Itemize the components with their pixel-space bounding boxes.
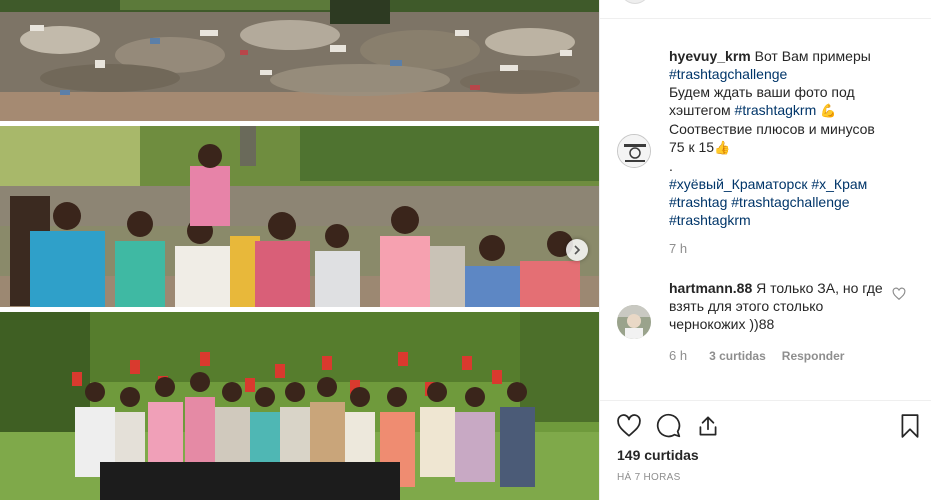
chevron-right-icon [572,242,582,258]
comments-list[interactable]: hyevuy_krm Вот Вам примеры #trashtagchal… [600,19,931,400]
bookmark-icon [897,414,923,442]
save-button[interactable] [897,413,923,439]
caption-timestamp[interactable]: 7 h [669,241,687,256]
caption-text: хэштегом [669,102,731,118]
share-icon [695,416,721,442]
like-button[interactable] [616,413,642,439]
commenter-avatar[interactable] [617,305,651,339]
hashtag-link[interactable]: #хуёвый_Краматорск #х_Крам [669,175,894,193]
comment-likes-link[interactable]: 3 curtidas [709,349,766,363]
caption-text: Будем ждать ваши фото под [669,84,855,100]
caption-text: Соотвествие плюсов и минусов [669,121,875,137]
heart-icon [892,287,906,304]
comment-text: чернокожих ))88 [669,316,775,332]
caption-text: 75 к 15 [669,139,715,155]
comment-meta: 6 h 3 curtidas Responder [669,348,844,363]
header-avatar-edge [620,0,650,4]
carousel-next-button[interactable] [566,239,588,261]
flexed-biceps-emoji: 💪 [820,103,837,118]
caption-author-avatar[interactable] [617,134,651,168]
photo-strip-children-with-bags [0,312,599,500]
likes-count[interactable]: 149 curtidas [617,447,699,463]
comment-text: взять для этого столько [669,298,824,314]
caption-username[interactable]: hyevuy_krm [669,48,751,64]
caption-text: Вот Вам примеры [754,48,871,64]
photo-strip-trash-pile [0,0,599,121]
actions-divider [600,400,931,401]
comment-like-button[interactable] [892,287,906,301]
comment-username[interactable]: hartmann.88 [669,280,752,296]
hashtag-link[interactable]: #trashtagkrm [735,102,817,118]
comment: hartmann.88 Я только ЗА, но где взять дл… [669,279,889,333]
post-side-panel: hyevuy_krm Вот Вам примеры #trashtagchal… [599,0,931,500]
post-caption: hyevuy_krm Вот Вам примеры #trashtagchal… [669,47,894,229]
caption-text: . [669,158,673,174]
post-photo[interactable] [0,0,599,500]
heart-icon [616,414,642,442]
comment-icon [656,413,682,442]
hashtag-link[interactable]: #trashtagkrm [669,211,894,229]
post-timestamp[interactable]: HÁ 7 HORAS [617,472,681,483]
share-button[interactable] [695,413,721,439]
hashtag-link[interactable]: #trashtag #trashtagchallenge [669,193,894,211]
comment-timestamp[interactable]: 6 h [669,348,687,363]
photo-strip-children-group [0,126,599,307]
hashtag-link[interactable]: #trashtagchallenge [669,65,894,83]
post-actions-bar [600,408,931,444]
comment-text: Я только ЗА, но где [756,280,883,296]
thumbs-up-emoji: 👍 [714,140,731,155]
reply-button[interactable]: Responder [782,349,845,363]
comment-button[interactable] [656,413,682,439]
